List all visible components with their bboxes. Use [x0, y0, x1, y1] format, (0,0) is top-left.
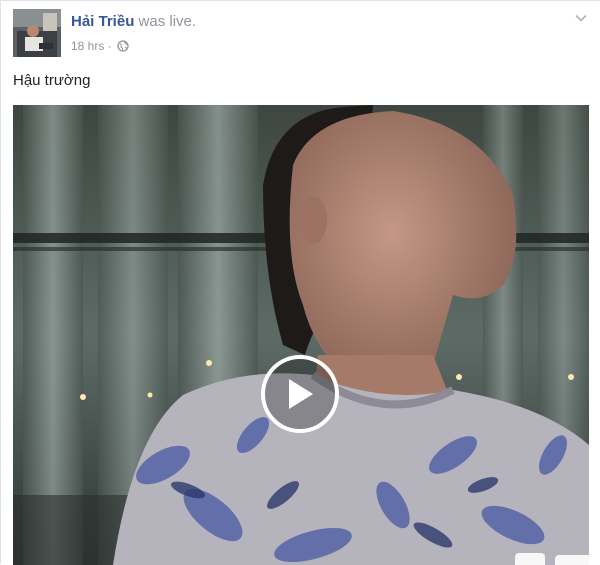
post-message: Hậu trường	[13, 72, 91, 89]
post-meta: 18 hrs ·	[71, 38, 129, 56]
chevron-down-icon[interactable]	[574, 11, 588, 25]
play-button[interactable]	[261, 355, 339, 433]
post-title-line: Hải Triều was live.	[71, 13, 196, 31]
feed-post: Hải Triều was live. 18 hrs · Hậu trường	[0, 0, 600, 565]
post-timestamp[interactable]: 18 hrs	[71, 39, 104, 53]
meta-separator: ·	[104, 39, 116, 53]
globe-icon[interactable]	[117, 40, 129, 56]
play-icon	[289, 379, 313, 409]
post-action-text: was live.	[134, 13, 197, 30]
video-frame	[13, 105, 589, 565]
live-video-player[interactable]	[13, 105, 589, 565]
video-settings-control[interactable]	[515, 553, 545, 565]
avatar-image	[13, 9, 61, 57]
author-name-link[interactable]: Hải Triều	[71, 13, 134, 30]
post-header: Hải Triều was live. 18 hrs ·	[13, 9, 588, 59]
author-avatar[interactable]	[13, 9, 61, 57]
